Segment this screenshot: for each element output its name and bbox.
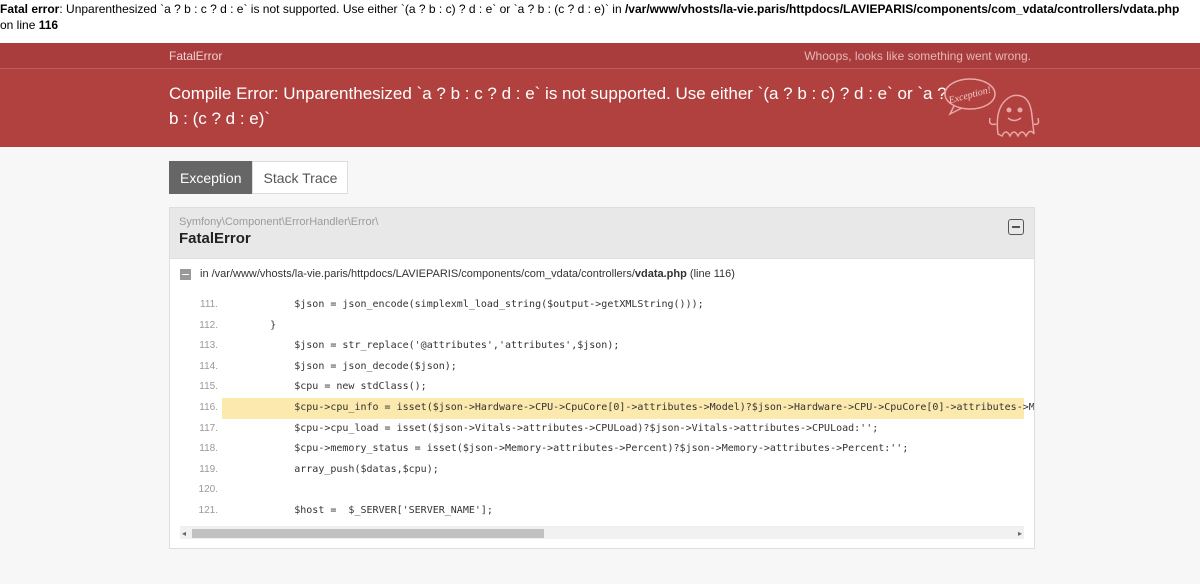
line-number: 111. xyxy=(200,299,218,310)
scroll-right-icon[interactable]: ▸ xyxy=(1018,527,1022,540)
code-text: $cpu->cpu_info = isset($json->Hardware->… xyxy=(222,397,1034,419)
code-line: 120. xyxy=(170,480,1034,501)
minus-square-icon[interactable] xyxy=(180,268,191,280)
line-number: 119. xyxy=(199,463,218,475)
tab-exception[interactable]: Exception xyxy=(169,161,253,194)
file-name: vdata.php xyxy=(634,268,687,280)
code-text: $host = $_SERVER['SERVER_NAME']; xyxy=(222,504,493,516)
code-line: 116. $cpu->cpu_info = isset($json->Hardw… xyxy=(170,397,1034,419)
code-text: $json = str_replace('@attributes','attri… xyxy=(222,340,620,352)
code-line: 119. array_push($datas,$cpu); xyxy=(170,460,1034,481)
exception-class-name: FatalError xyxy=(179,230,251,247)
exception-class: FatalError xyxy=(169,48,223,63)
code-line: 113. $json = str_replace('@attributes','… xyxy=(170,336,1034,357)
tab-bar: Exception Stack Trace xyxy=(169,161,349,194)
line-number: 118. xyxy=(199,443,218,455)
line-number: 113. xyxy=(199,340,218,352)
code-line: 117. $cpu->cpu_load = isset($json->Vital… xyxy=(170,419,1034,440)
line-number: 117. xyxy=(199,422,218,434)
error-title: Compile Error: Unparenthesized `a ? b : … xyxy=(169,84,947,128)
code-text: $json = json_encode(simplexml_load_strin… xyxy=(222,299,704,310)
file-line-number: (line 116) xyxy=(689,268,735,280)
line-number: 121. xyxy=(198,504,218,516)
file-prefix: in /var/www/vhosts/la-vie.paris/httpdocs… xyxy=(200,268,635,280)
line-number: 114. xyxy=(199,360,218,372)
code-text: $json = json_decode($json); xyxy=(222,360,457,372)
scroll-left-icon[interactable]: ◂ xyxy=(182,527,186,540)
line-number: 112. xyxy=(199,319,218,331)
tab-stack-trace[interactable]: Stack Trace xyxy=(252,161,349,194)
php-error-path: /var/www/vhosts/la-vie.paris/httpdocs/LA… xyxy=(624,2,1180,16)
error-topbar: FatalError HTTP 500 Whoops, looks like s… xyxy=(0,43,1200,102)
line-number: 116. xyxy=(199,401,218,413)
code-listing: 111. $json = json_encode(simplexml_load_… xyxy=(170,295,1034,525)
php-fatal-error-message: Fatal error: Unparenthesized `a ? b : c … xyxy=(0,0,1200,43)
http-status: HTTP 500 Whoops, looks like something we… xyxy=(0,48,1031,102)
exception-panel: Symfony\Component\ErrorHandler\Error\ Fa… xyxy=(169,207,1035,549)
code-line: 121. $host = $_SERVER['SERVER_NAME']; xyxy=(170,501,1034,522)
ghost-label: Exception! xyxy=(947,85,993,107)
code-text: } xyxy=(222,319,277,331)
code-text: array_push($datas,$cpu); xyxy=(222,463,439,475)
whoops-text: Whoops, looks like something went wrong. xyxy=(804,48,1031,63)
code-text: $cpu->cpu_load = isset($json->Vitals->at… xyxy=(222,422,879,434)
exception-ghost-icon: Exception! xyxy=(944,78,1040,138)
file-location: in /var/www/vhosts/la-vie.paris/httpdocs… xyxy=(170,259,1034,289)
error-headline: Compile Error: Unparenthesized `a ? b : … xyxy=(0,69,1200,147)
php-error-label: Fatal error xyxy=(0,2,60,16)
line-number: 115. xyxy=(199,381,218,393)
php-error-text: : Unparenthesized `a ? b : c ? d : e` is… xyxy=(59,2,625,16)
line-number: 120. xyxy=(198,484,218,496)
horizontal-scrollbar[interactable]: ◂ ▸ xyxy=(180,526,1024,539)
code-line: 118. $cpu->memory_status = isset($json->… xyxy=(170,439,1034,460)
scrollbar-thumb[interactable] xyxy=(192,529,544,538)
code-line: 112. } xyxy=(170,316,1034,337)
exception-header: Symfony\Component\ErrorHandler\Error\ Fa… xyxy=(170,208,1034,259)
code-line: 114. $json = json_decode($json); xyxy=(170,357,1034,378)
collapse-icon[interactable] xyxy=(1008,219,1024,235)
exception-namespace: Symfony\Component\ErrorHandler\Error\ xyxy=(179,216,379,228)
php-error-online: on line xyxy=(0,18,39,32)
php-error-line: 116 xyxy=(38,18,59,32)
code-text: $cpu = new stdClass(); xyxy=(222,381,427,393)
code-line: 115. $cpu = new stdClass(); xyxy=(170,377,1034,398)
code-text: $cpu->memory_status = isset($json->Memor… xyxy=(222,443,909,455)
code-line: 111. $json = json_encode(simplexml_load_… xyxy=(170,295,1034,316)
